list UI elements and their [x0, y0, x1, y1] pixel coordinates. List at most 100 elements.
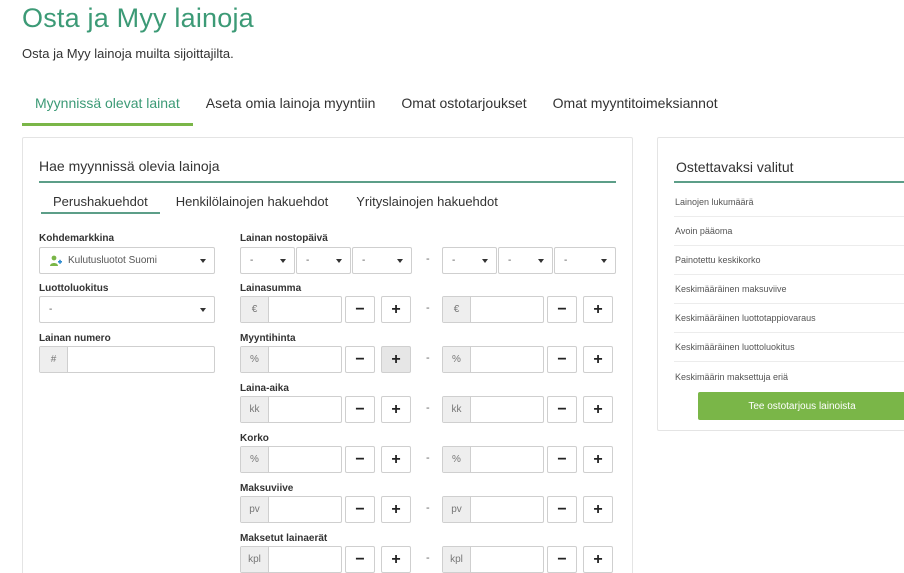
sale-price-min-increment-button[interactable]: + — [381, 346, 411, 373]
paid-installments-min-increment-button[interactable]: + — [381, 546, 411, 573]
sale-price-max-decrement-button[interactable]: − — [547, 346, 577, 373]
target-market-label: Kohdemarkkina — [39, 233, 115, 244]
payment-delay-max-unit: pv — [443, 497, 471, 522]
loan-amount-max-input[interactable] — [471, 297, 543, 322]
paid-installments-max-increment-button[interactable]: + — [583, 546, 613, 573]
payment-delay-min-field[interactable]: pv — [240, 496, 342, 523]
selected-loans-panel: Ostettavaksi valitut Lainojen lukumäärä … — [657, 137, 904, 431]
loan-term-min-decrement-button[interactable]: − — [345, 396, 375, 423]
credit-rating-select[interactable]: - — [39, 296, 215, 323]
payment-delay-min-unit: pv — [241, 497, 269, 522]
stat-avg-payment-delay: Keskimääräinen maksuviive — [674, 275, 904, 304]
stat-loan-count: Lainojen lukumäärä — [674, 188, 904, 217]
loan-term-min-field[interactable]: kk — [240, 396, 342, 423]
page-subtitle: Osta ja Myy lainoja muilta sijoittajilta… — [22, 46, 234, 61]
sale-price-max-input[interactable] — [471, 347, 543, 372]
chevron-down-icon — [482, 259, 488, 263]
target-market-value: Kulutusluotot Suomi — [68, 255, 157, 266]
date-to-month-value: - — [508, 255, 512, 266]
sale-price-label: Myyntihinta — [240, 333, 296, 344]
loan-amount-min-decrement-button[interactable]: − — [345, 296, 375, 323]
loan-term-min-input[interactable] — [269, 397, 341, 422]
loan-term-range-separator: - — [426, 402, 430, 414]
loan-term-max-decrement-button[interactable]: − — [547, 396, 577, 423]
chevron-down-icon — [336, 259, 342, 263]
interest-range-separator: - — [426, 452, 430, 464]
date-from-year-value: - — [362, 255, 366, 266]
loan-amount-max-field[interactable]: € — [442, 296, 544, 323]
date-to-month-select[interactable]: - — [498, 247, 553, 274]
loan-term-max-field[interactable]: kk — [442, 396, 544, 423]
loan-term-label: Laina-aika — [240, 383, 289, 394]
loan-amount-min-increment-button[interactable]: + — [381, 296, 411, 323]
tab-own-purchase-offers[interactable]: Omat ostotarjoukset — [388, 84, 539, 126]
date-range-separator: - — [426, 253, 430, 265]
interest-min-decrement-button[interactable]: − — [345, 446, 375, 473]
people-plus-icon — [49, 254, 63, 268]
loan-number-input[interactable] — [68, 347, 214, 372]
date-from-day-select[interactable]: - — [240, 247, 295, 274]
interest-label: Korko — [240, 433, 269, 444]
payment-delay-min-input[interactable] — [269, 497, 341, 522]
tab-personal-loan-criteria[interactable]: Henkilölainojen hakuehdot — [164, 192, 341, 214]
interest-min-input[interactable] — [269, 447, 341, 472]
loan-number-label: Lainan numero — [39, 333, 111, 344]
date-to-year-select[interactable]: - — [554, 247, 616, 274]
sale-price-min-unit: % — [241, 347, 269, 372]
sale-price-min-input[interactable] — [269, 347, 341, 372]
payment-delay-range-separator: - — [426, 502, 430, 514]
payment-delay-max-input[interactable] — [471, 497, 543, 522]
date-from-year-select[interactable]: - — [352, 247, 412, 274]
payment-delay-max-field[interactable]: pv — [442, 496, 544, 523]
payment-delay-min-increment-button[interactable]: + — [381, 496, 411, 523]
loan-amount-max-increment-button[interactable]: + — [583, 296, 613, 323]
loan-term-max-increment-button[interactable]: + — [583, 396, 613, 423]
chevron-down-icon — [601, 259, 607, 263]
interest-max-field[interactable]: % — [442, 446, 544, 473]
search-panel: Hae myynnissä olevia lainoja Perushakueh… — [22, 137, 633, 573]
date-to-day-select[interactable]: - — [442, 247, 497, 274]
target-market-select[interactable]: Kulutusluotot Suomi — [39, 247, 215, 274]
selected-panel-title: Ostettavaksi valitut — [676, 159, 794, 175]
interest-max-unit: % — [443, 447, 471, 472]
loan-term-min-increment-button[interactable]: + — [381, 396, 411, 423]
tab-set-loans-for-sale[interactable]: Aseta omia lainoja myyntiin — [193, 84, 389, 126]
loan-amount-min-field[interactable]: € — [240, 296, 342, 323]
tab-loans-for-sale[interactable]: Myynnissä olevat lainat — [22, 84, 193, 126]
paid-installments-min-decrement-button[interactable]: − — [345, 546, 375, 573]
tab-own-sell-orders[interactable]: Omat myyntitoimeksiannot — [540, 84, 731, 126]
payment-delay-max-decrement-button[interactable]: − — [547, 496, 577, 523]
paid-installments-max-field[interactable]: kpl — [442, 546, 544, 573]
chevron-down-icon — [538, 259, 544, 263]
stat-avg-loss-provision: Keskimääräinen luottotappiovaraus — [674, 304, 904, 333]
sale-price-min-decrement-button[interactable]: − — [345, 346, 375, 373]
sale-price-max-increment-button[interactable]: + — [583, 346, 613, 373]
sale-price-max-field[interactable]: % — [442, 346, 544, 373]
interest-max-input[interactable] — [471, 447, 543, 472]
date-to-day-value: - — [452, 255, 456, 266]
date-from-month-select[interactable]: - — [296, 247, 351, 274]
payment-delay-label: Maksuviive — [240, 483, 294, 494]
interest-max-decrement-button[interactable]: − — [547, 446, 577, 473]
interest-min-increment-button[interactable]: + — [381, 446, 411, 473]
interest-min-unit: % — [241, 447, 269, 472]
loan-amount-min-input[interactable] — [269, 297, 341, 322]
date-from-day-value: - — [250, 255, 254, 266]
paid-installments-min-field[interactable]: kpl — [240, 546, 342, 573]
loan-number-field[interactable]: # — [39, 346, 215, 373]
interest-max-increment-button[interactable]: + — [583, 446, 613, 473]
loan-term-max-input[interactable] — [471, 397, 543, 422]
paid-installments-min-input[interactable] — [269, 547, 341, 572]
loan-amount-max-decrement-button[interactable]: − — [547, 296, 577, 323]
tab-business-loan-criteria[interactable]: Yrityslainojen hakuehdot — [344, 192, 510, 214]
payment-delay-max-increment-button[interactable]: + — [583, 496, 613, 523]
interest-min-field[interactable]: % — [240, 446, 342, 473]
tab-basic-criteria[interactable]: Perushakuehdot — [41, 192, 160, 214]
paid-installments-max-decrement-button[interactable]: − — [547, 546, 577, 573]
payment-delay-min-decrement-button[interactable]: − — [345, 496, 375, 523]
sale-price-min-field[interactable]: % — [240, 346, 342, 373]
chevron-down-icon — [397, 259, 403, 263]
make-purchase-offer-button[interactable]: Tee ostotarjous lainoista — [698, 392, 904, 420]
search-panel-title: Hae myynnissä olevia lainoja — [39, 158, 220, 174]
paid-installments-max-input[interactable] — [471, 547, 543, 572]
